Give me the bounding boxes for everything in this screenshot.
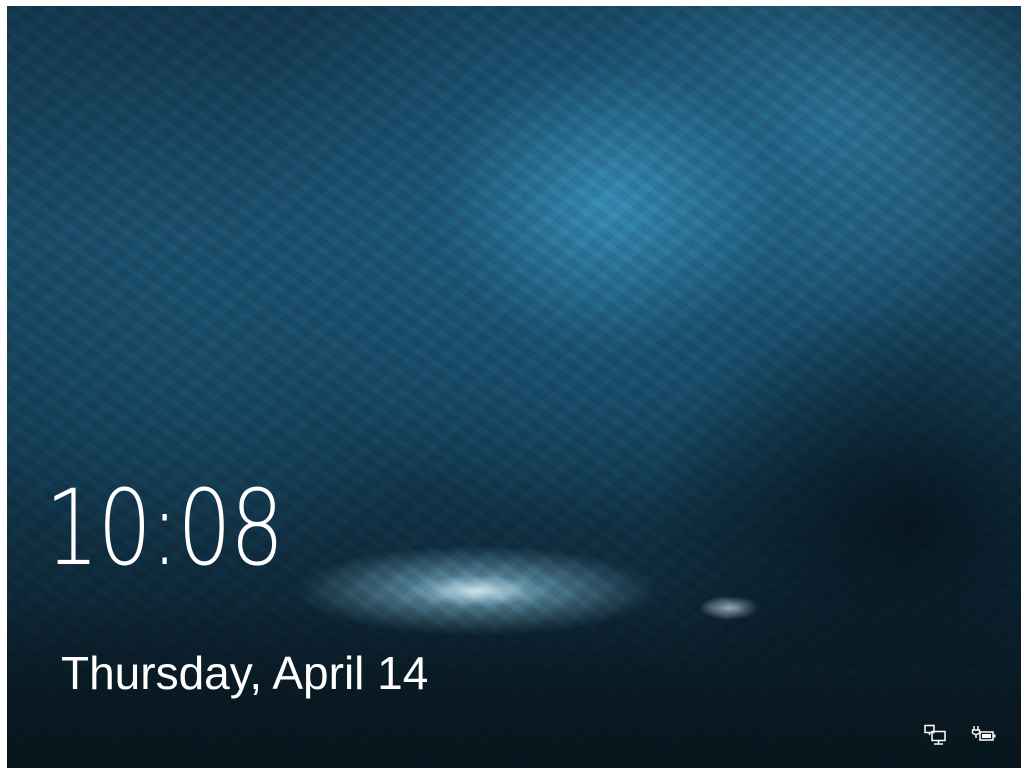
lock-screen-date: Thursday, April 14 [61, 647, 429, 699]
status-icons [923, 724, 997, 746]
battery-charging-icon[interactable] [971, 724, 997, 746]
lock-screen[interactable]: 10:08 Thursday, April 14 [7, 6, 1021, 768]
lock-screen-time: 10:08 [45, 467, 284, 589]
network-icon[interactable] [923, 724, 949, 746]
